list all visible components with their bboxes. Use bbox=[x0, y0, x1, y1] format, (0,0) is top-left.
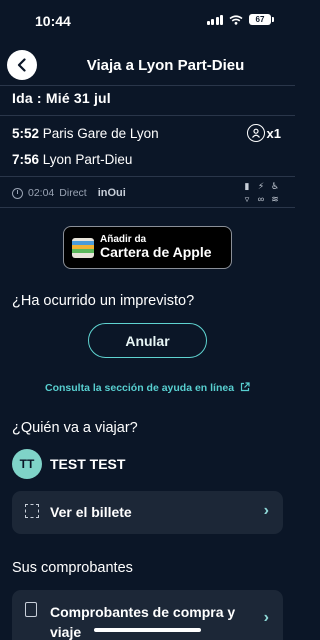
wallet-icon bbox=[72, 237, 94, 258]
departure-station: Paris Gare de Lyon bbox=[42, 126, 159, 141]
page-title: Viaja a Lyon Part-Dieu bbox=[86, 57, 245, 74]
trip-date: Ida : Mié 31 jul bbox=[12, 90, 111, 106]
home-indicator[interactable] bbox=[94, 628, 201, 632]
traveller-name: TEST TEST bbox=[50, 456, 126, 472]
receipts-label-line1: Comprobantes de compra y bbox=[50, 604, 236, 620]
trip-info: 02:04 Direct inOui bbox=[12, 187, 126, 199]
travellers-question: ¿Quién va a viajar? bbox=[12, 420, 138, 436]
trip-type: Direct bbox=[59, 187, 87, 199]
add-to-apple-wallet-button[interactable]: Añadir da Cartera de Apple bbox=[63, 226, 232, 269]
divider bbox=[0, 115, 295, 116]
battery-icon: 67 bbox=[249, 14, 274, 25]
departure-time: 5:52 bbox=[12, 126, 40, 141]
receipts-label-line2: viaje bbox=[50, 624, 82, 640]
arrival-time: 7:56 bbox=[12, 152, 40, 167]
external-link-icon bbox=[240, 382, 250, 392]
header: Viaja a Lyon Part-Dieu bbox=[0, 48, 295, 84]
receipts-button[interactable]: Comprobantes de compra y viaje › bbox=[12, 590, 283, 640]
document-icon bbox=[25, 602, 37, 617]
status-bar: 10:44 67 bbox=[0, 0, 295, 44]
view-ticket-label: Ver el billete bbox=[50, 504, 132, 520]
arrival-stop: 7:56 Lyon Part-Dieu bbox=[12, 152, 132, 167]
chevron-left-icon bbox=[17, 58, 26, 72]
receipts-title: Sus comprobantes bbox=[12, 560, 133, 576]
qr-code-icon bbox=[25, 504, 39, 518]
bottle-icon: ▮ bbox=[244, 181, 250, 191]
trip-duration: 02:04 bbox=[28, 187, 55, 199]
status-icons: 67 bbox=[206, 14, 274, 25]
wallet-label-big: Cartera de Apple bbox=[100, 244, 212, 261]
divider bbox=[0, 207, 295, 208]
traveller: TT TEST TEST bbox=[12, 449, 125, 479]
back-button[interactable] bbox=[7, 50, 37, 80]
passenger-count: x1 bbox=[246, 124, 281, 142]
view-ticket-button[interactable]: Ver el billete › bbox=[12, 491, 283, 534]
help-link-label: Consulta la sección de ayuda en línea bbox=[45, 382, 235, 394]
receipts-label: Comprobantes de compra y viaje bbox=[50, 602, 235, 640]
plug-icon: ⚡ bbox=[257, 181, 265, 191]
chevron-right-icon: › bbox=[263, 609, 269, 626]
arrival-station: Lyon Part-Dieu bbox=[42, 152, 133, 167]
wifi-icon bbox=[229, 14, 243, 25]
incident-question: ¿Ha ocurrido un imprevisto? bbox=[12, 293, 195, 309]
departure-stop: 5:52 Paris Gare de Lyon bbox=[12, 126, 159, 141]
wifi-small-icon: ≋ bbox=[271, 194, 279, 204]
chevron-right-icon: › bbox=[263, 502, 269, 519]
amenities: ▮ ⚡ ♿ ▿ ∞ ≋ bbox=[241, 181, 281, 205]
inoui-logo: inOui bbox=[97, 187, 126, 199]
avatar: TT bbox=[12, 449, 42, 479]
cancel-button[interactable]: Anular bbox=[88, 323, 207, 358]
accessibility-icon: ♿ bbox=[270, 181, 280, 191]
status-time: 10:44 bbox=[35, 13, 71, 29]
passenger-count-label: x1 bbox=[266, 125, 281, 141]
person-icon bbox=[246, 124, 265, 142]
glass-icon: ▿ bbox=[244, 194, 250, 204]
bike-icon: ∞ bbox=[257, 194, 265, 204]
help-link[interactable]: Consulta la sección de ayuda en línea bbox=[0, 382, 295, 394]
clock-icon bbox=[12, 187, 23, 199]
signal-icon bbox=[206, 14, 223, 25]
divider bbox=[0, 85, 295, 86]
divider bbox=[0, 176, 295, 177]
